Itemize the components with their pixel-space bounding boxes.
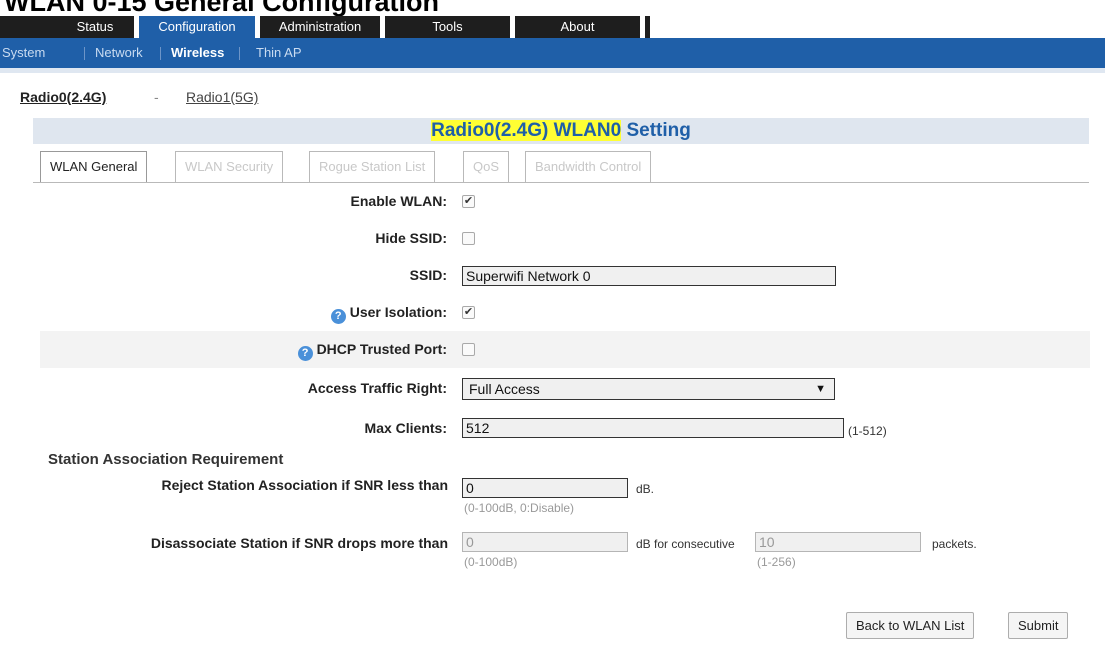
row-dhcp-trusted-port: ? DHCP Trusted Port: <box>40 331 1090 368</box>
subnav-divider <box>84 47 85 60</box>
disassociate-snr-input[interactable]: 0 <box>462 532 628 552</box>
user-isolation-label-wrap: ? User Isolation: <box>330 294 447 331</box>
access-traffic-right-select[interactable]: Full Access ▼ <box>462 378 835 400</box>
subnav-underline <box>0 68 1105 73</box>
access-traffic-right-label: Access Traffic Right: <box>307 380 447 396</box>
help-icon[interactable]: ? <box>297 346 313 361</box>
tab-divider <box>640 16 645 38</box>
max-clients-range: (1-512) <box>848 424 887 438</box>
tab-administration[interactable]: Administration <box>260 16 380 38</box>
enable-wlan-checkbox[interactable]: ✔ <box>462 195 475 208</box>
disassociate-snr-unit: dB for consecutive <box>636 537 735 551</box>
user-isolation-label: User Isolation: <box>349 304 447 320</box>
max-clients-label: Max Clients: <box>364 420 447 436</box>
tab-qos[interactable]: QoS <box>463 151 510 182</box>
reject-snr-input[interactable]: 0 <box>462 478 628 498</box>
row-user-isolation: ? User Isolation: ✔ <box>40 294 1090 331</box>
user-isolation-checkbox[interactable]: ✔ <box>462 306 475 319</box>
consecutive-packets-input[interactable]: 10 <box>755 532 921 552</box>
subnav-system[interactable]: System <box>2 38 45 68</box>
station-association-title: Station Association Requirement <box>48 451 284 468</box>
sub-nav: System Network Wireless Thin AP <box>0 38 1105 68</box>
max-clients-input[interactable]: 512 <box>462 418 844 438</box>
row-ssid: SSID: Superwifi Network 0 <box>40 257 1090 294</box>
back-to-wlan-list-button[interactable]: Back to WLAN List <box>846 612 975 639</box>
row-hide-ssid: Hide SSID: <box>40 220 1090 257</box>
subnav-divider <box>160 47 161 60</box>
dhcp-label-wrap: ? DHCP Trusted Port: <box>297 331 447 368</box>
row-enable-wlan: Enable WLAN: ✔ <box>40 183 1090 220</box>
reject-snr-hint: (0-100dB, 0:Disable) <box>464 501 575 515</box>
tab-tools[interactable]: Tools <box>385 16 510 38</box>
submit-button[interactable]: Submit <box>1008 612 1069 639</box>
hide-ssid-checkbox[interactable] <box>462 232 475 245</box>
enable-wlan-label: Enable WLAN: <box>350 193 447 209</box>
disassociate-snr-label: Disassociate Station if SNR drops more t… <box>150 535 448 551</box>
dhcp-trusted-port-label: DHCP Trusted Port: <box>316 341 447 357</box>
tab-bandwidth-control[interactable]: Bandwidth Control <box>525 151 652 182</box>
dhcp-trusted-port-checkbox[interactable] <box>462 343 475 356</box>
help-icon[interactable]: ? <box>330 309 346 324</box>
access-traffic-right-value: Full Access <box>469 381 540 397</box>
reject-snr-unit: dB. <box>636 482 655 496</box>
top-nav-bar: Status Configuration Administration Tool… <box>0 16 1105 38</box>
setting-header-suffix: Setting <box>626 120 691 141</box>
subnav-wireless[interactable]: Wireless <box>171 38 224 68</box>
subnav-thin-ap[interactable]: Thin AP <box>256 38 302 68</box>
tab-configuration[interactable]: Configuration <box>139 16 255 38</box>
tab-wlan-general[interactable]: WLAN General <box>40 151 148 183</box>
reject-snr-label: Reject Station Association if SNR less t… <box>161 477 448 493</box>
tab-status[interactable]: Status <box>56 16 134 38</box>
tab-wlan-security[interactable]: WLAN Security <box>175 151 284 182</box>
disassociate-snr-hint: (0-100dB) <box>464 555 518 569</box>
chevron-down-icon: ▼ <box>815 383 826 395</box>
hide-ssid-label: Hide SSID: <box>375 230 447 246</box>
tab-rogue-station-list[interactable]: Rogue Station List <box>309 151 436 182</box>
radio1-link[interactable]: Radio1(5G) <box>186 89 258 105</box>
consecutive-packets-unit: packets. <box>932 537 977 551</box>
radio0-link[interactable]: Radio0(2.4G) <box>20 89 106 105</box>
subnav-divider <box>239 47 240 60</box>
subnav-network[interactable]: Network <box>95 38 143 68</box>
radio-separator: - <box>154 89 159 105</box>
setting-header: Radio0(2.4G) WLAN0 Setting <box>33 118 1089 144</box>
ssid-label: SSID: <box>409 267 447 283</box>
row-max-clients: Max Clients: 512 (1-512) <box>40 410 1090 447</box>
setting-header-highlight: Radio0(2.4G) WLAN0 <box>431 120 622 141</box>
ssid-input[interactable]: Superwifi Network 0 <box>462 266 836 286</box>
consecutive-packets-hint: (1-256) <box>757 555 796 569</box>
tab-about[interactable]: About <box>515 16 640 38</box>
